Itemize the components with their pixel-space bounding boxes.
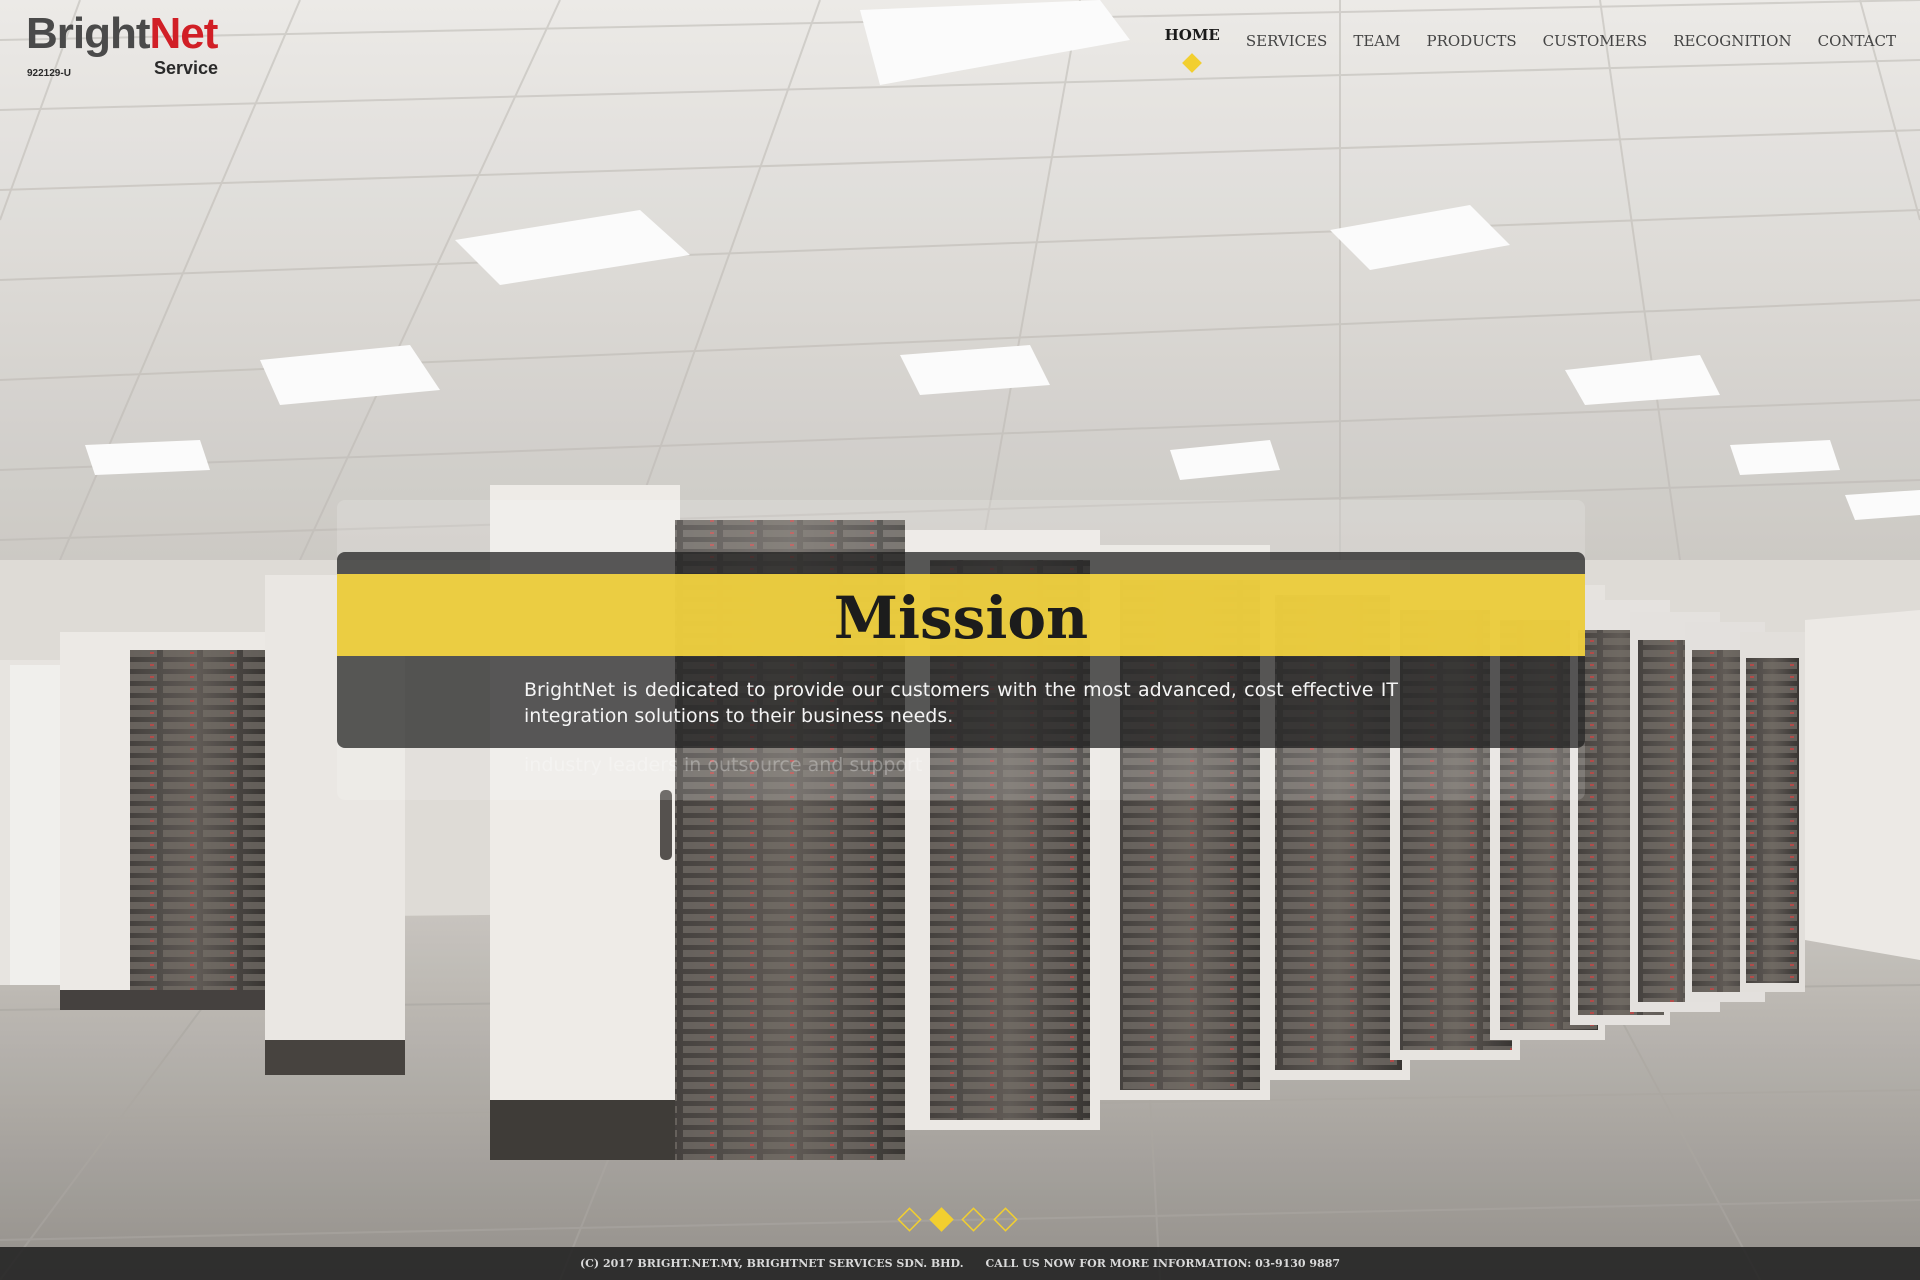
nav-item-label: CONTACT	[1817, 32, 1896, 50]
nav-item-label: TEAM	[1353, 32, 1401, 50]
nav-item-label: PRODUCTS	[1426, 32, 1517, 50]
logo-wordmark-bright: Bright	[26, 9, 151, 58]
footer-copyright: (C) 2017 BRIGHT.NET.MY, BRIGHTNET SERVIC…	[579, 1257, 964, 1270]
slide-dot-3[interactable]	[961, 1207, 986, 1232]
slide-dot-4[interactable]	[993, 1207, 1018, 1232]
footer-call-info: CALL US NOW FOR MORE INFORMATION: 03-913…	[985, 1257, 1341, 1270]
previous-slide-ghost-text: industry leaders in outsource and suppor…	[524, 754, 923, 776]
site-footer: (C) 2017 BRIGHT.NET.MY, BRIGHTNET SERVIC…	[0, 1247, 1920, 1280]
nav-item-label: SERVICES	[1245, 32, 1328, 50]
nav-item-label: RECOGNITION	[1673, 32, 1792, 50]
mission-title: Mission	[833, 584, 1089, 652]
nav-item-contact[interactable]: CONTACT	[1818, 26, 1896, 56]
slide-dot-2-active[interactable]	[929, 1207, 954, 1232]
brightnet-logo[interactable]: BrightNet Service 922129-U	[26, 9, 226, 80]
company-registration-number: 922129-U	[27, 68, 71, 79]
nav-item-services[interactable]: SERVICES	[1246, 26, 1327, 56]
slider-pagination	[897, 1207, 1018, 1232]
nav-item-label: CUSTOMERS	[1542, 32, 1648, 50]
nav-item-recognition[interactable]: RECOGNITION	[1673, 26, 1791, 56]
nav-item-label: HOME	[1164, 26, 1220, 44]
nav-item-home[interactable]: HOME	[1164, 20, 1220, 73]
logo-wordmark-net: Net	[149, 9, 219, 58]
main-navigation: HOME SERVICES TEAM PRODUCTS CUSTOMERS RE…	[1165, 26, 1896, 73]
logo-tagline: Service	[154, 58, 219, 78]
mission-statement: BrightNet is dedicated to provide our cu…	[524, 679, 1398, 727]
logo-wordmark: BrightNet	[26, 9, 219, 58]
nav-item-team[interactable]: TEAM	[1353, 26, 1400, 56]
slide-dot-1[interactable]	[897, 1207, 922, 1232]
nav-item-customers[interactable]: CUSTOMERS	[1543, 26, 1648, 56]
nav-item-products[interactable]: PRODUCTS	[1426, 26, 1516, 56]
mission-card: Mission BrightNet is dedicated to provid…	[337, 552, 1585, 748]
